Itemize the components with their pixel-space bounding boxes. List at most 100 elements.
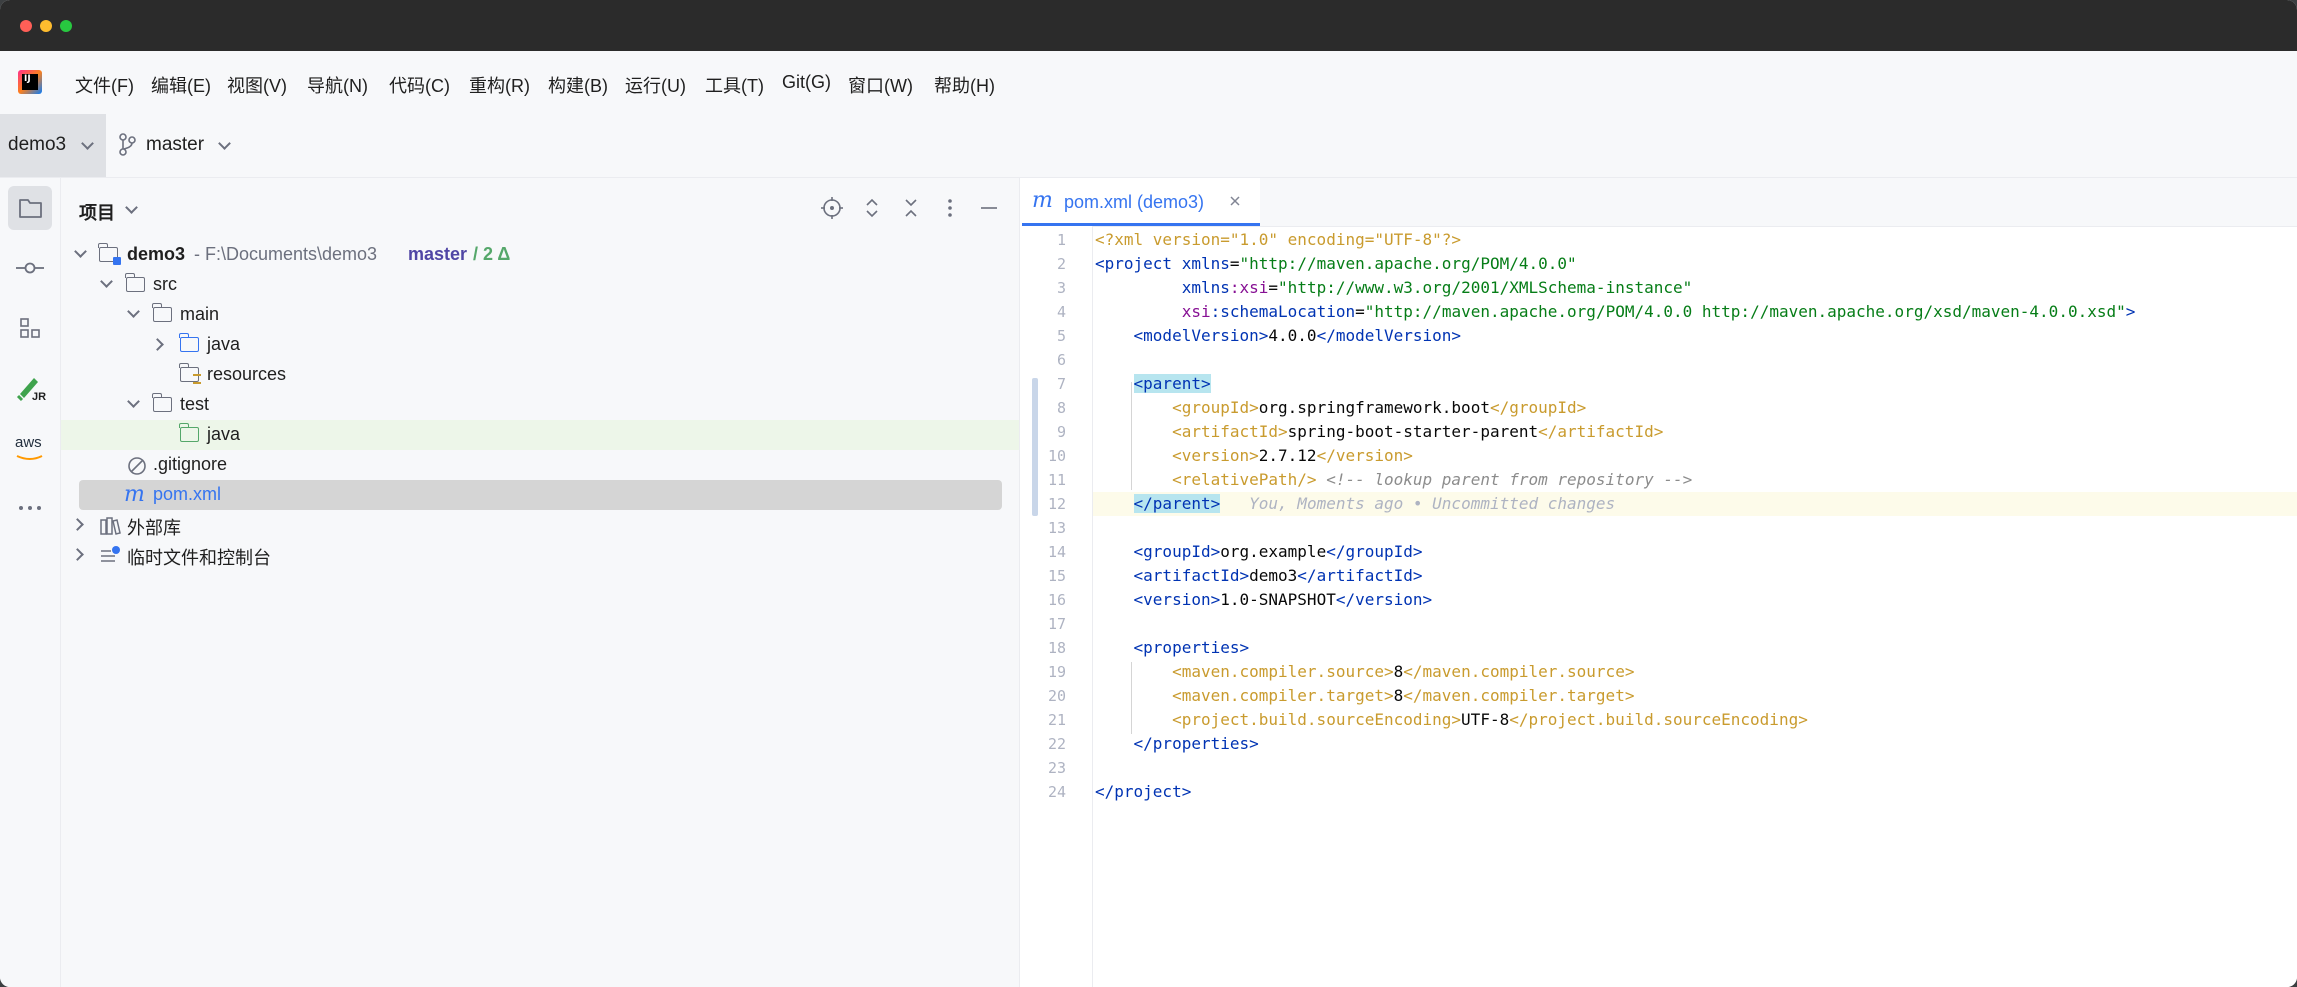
menu-code[interactable]: 代码(C) [389,72,450,98]
menu-refactor[interactable]: 重构(R) [469,72,530,98]
code-line-20[interactable]: <maven.compiler.target>8</maven.compiler… [1095,686,1634,705]
code-line-3[interactable]: xmlns:xsi="http://www.w3.org/2001/XMLSch… [1095,278,1693,297]
structure-tool-button[interactable] [8,306,52,350]
code-line-11[interactable]: <relativePath/> <!-- lookup parent from … [1095,470,1692,489]
more-tools-button[interactable] [8,486,52,530]
code-line-22[interactable]: </properties> [1095,734,1259,753]
maven-file-icon: m [1032,188,1053,213]
xml-attr: xsi [1181,302,1211,321]
xml-tag-highlighted: </parent> [1133,494,1221,513]
menu-help[interactable]: 帮助(H) [934,72,995,98]
chevron-right-icon [71,548,84,561]
line-number: 1 [1056,231,1066,249]
scratches-icon [99,545,121,565]
aws-tool-button[interactable]: aws [8,426,52,470]
hide-panel-icon[interactable] [977,196,1001,220]
line-number: 3 [1056,279,1066,297]
project-selector[interactable]: demo3 [0,114,106,177]
tree-node-external-libs[interactable]: 外部库 [61,510,1019,540]
branch-selector[interactable]: master [146,134,204,156]
code-line-4[interactable]: xsi:schemaLocation="http://maven.apache.… [1095,302,2136,321]
minimize-window-button[interactable] [40,20,52,32]
tree-node-test[interactable]: test [61,390,1019,420]
code-line-9[interactable]: <artifactId>spring-boot-starter-parent</… [1095,422,1663,441]
code-line-18[interactable]: <properties> [1095,638,1250,657]
locate-file-icon[interactable] [820,196,844,220]
menu-build[interactable]: 构建(B) [548,72,608,98]
tree-label: 临时文件和控制台 [127,548,271,568]
code-line-2[interactable]: <project xmlns="http://maven.apache.org/… [1095,254,1577,273]
tree-node-pom[interactable]: m pom.xml [61,480,1019,510]
menu-window[interactable]: 窗口(W) [848,72,913,98]
maximize-window-button[interactable] [60,20,72,32]
library-icon [99,516,121,536]
collapse-all-icon[interactable] [899,196,923,220]
tree-changes-badge: / 2 Δ [473,244,511,264]
tree-node-gitignore[interactable]: .gitignore [61,450,1019,480]
code-line-7[interactable]: <parent> [1095,374,1211,393]
aws-label: aws [15,434,42,451]
code-line-5[interactable]: <modelVersion>4.0.0</modelVersion> [1095,326,1462,345]
menu-tools[interactable]: 工具(T) [705,72,764,98]
tree-node-src[interactable]: src [61,270,1019,300]
code-line-10[interactable]: <version>2.7.12</version> [1095,446,1413,465]
xml-text: UTF-8 [1461,710,1510,729]
xml-tag: </maven.compiler.source> [1403,662,1635,681]
xml-tag: </artifactId> [1297,566,1423,585]
project-panel-title[interactable]: 项目 [79,199,115,225]
code-line-8[interactable]: <groupId>org.springframework.boot</group… [1095,398,1586,417]
code-line-24[interactable]: </project> [1095,782,1191,801]
chevron-down-icon [127,305,140,318]
tree-label: 外部库 [127,518,181,538]
line-number: 22 [1047,735,1066,753]
tree-node-scratches[interactable]: 临时文件和控制台 [61,540,1019,570]
menu-view[interactable]: 视图(V) [227,72,287,98]
line-number: 11 [1047,471,1066,489]
code-line-19[interactable]: <maven.compiler.source>8</maven.compiler… [1095,662,1634,681]
tree-label: java [207,334,241,354]
tree-node-test-java[interactable]: java [61,420,1019,450]
code-line-16[interactable]: <version>1.0-SNAPSHOT</version> [1095,590,1433,609]
xml-tag: </groupId> [1489,398,1587,417]
close-window-button[interactable] [20,20,32,32]
jrebel-tool-button[interactable]: JR [8,366,52,410]
menu-navigate[interactable]: 导航(N) [307,72,368,98]
menu-run[interactable]: 运行(U) [625,72,686,98]
code-line-14[interactable]: <groupId>org.example</groupId> [1095,542,1423,561]
module-folder-icon [98,243,121,265]
line-number: 12 [1047,495,1066,513]
tree-label: test [180,394,210,414]
close-tab-icon[interactable] [1226,192,1244,210]
test-folder-icon [179,423,199,442]
code-line-12[interactable]: </parent> You, Moments ago • Uncommitted… [1095,494,1615,513]
menu-edit[interactable]: 编辑(E) [151,72,211,98]
commit-tool-button[interactable] [8,246,52,290]
line-number: 13 [1047,519,1066,537]
code-line-1[interactable]: <?xml version="1.0" encoding="UTF-8"?> [1095,230,1461,249]
tree-label: resources [207,364,287,384]
ide-window: 文件(F) 编辑(E) 视图(V) 导航(N) 代码(C) 重构(R) 构建(B… [0,0,2297,987]
code-line-21[interactable]: <project.build.sourceEncoding>UTF-8</pro… [1095,710,1808,729]
tree-branch: master [408,244,468,264]
xml-comment: <!-- lookup parent from repository --> [1316,470,1693,489]
code-line-15[interactable]: <artifactId>demo3</artifactId> [1095,566,1423,585]
xml-tag: <maven.compiler.target> [1172,686,1394,705]
tree-node-resources[interactable]: resources [61,360,1019,390]
editor-tab-pom[interactable]: m pom.xml (demo3) [1020,178,1260,226]
xml-tag: <artifactId> [1172,422,1288,441]
xml-tag: </modelVersion> [1316,326,1462,345]
project-tool-button[interactable] [8,186,52,230]
tree-node-main-java[interactable]: java [61,330,1019,360]
line-number: 18 [1047,639,1066,657]
menu-file[interactable]: 文件(F) [75,72,134,98]
line-number: 2 [1056,255,1066,273]
chevron-right-icon [71,518,84,531]
main-toolbar [0,114,2297,178]
tree-node-main[interactable]: main [61,300,1019,330]
line-number: 4 [1056,303,1066,321]
tree-node-demo3[interactable]: demo3 - F:\Documents\demo3 master / 2 Δ [61,240,1019,270]
options-menu-icon[interactable] [938,196,962,220]
xml-text: 2.7.12 [1258,446,1317,465]
expand-all-icon[interactable] [860,196,884,220]
menu-git[interactable]: Git(G) [782,72,831,93]
